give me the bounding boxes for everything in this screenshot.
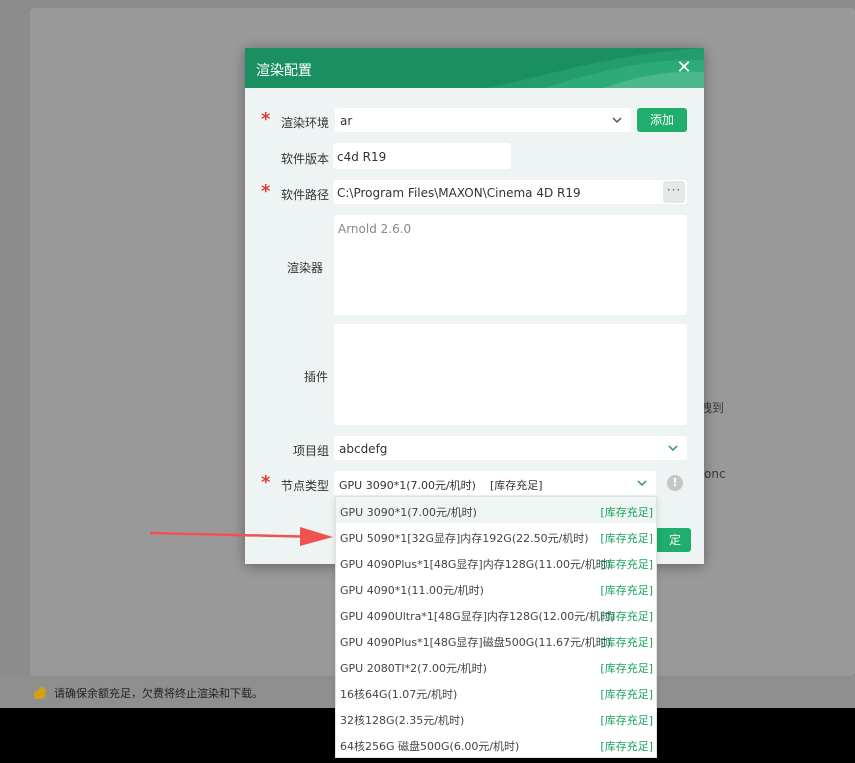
- node-type-option[interactable]: GPU 4090Plus*1[48G显存]内存128G(11.00元/机时) [库…: [336, 549, 656, 575]
- node-type-option[interactable]: GPU 4090*1(11.00元/机时) [库存充足]: [336, 575, 656, 601]
- node-type-select[interactable]: GPU 3090*1(7.00元/机时) [库存充足]: [334, 471, 656, 495]
- stock-status: [库存充足]: [600, 662, 653, 675]
- stock-status: [库存充足]: [600, 506, 653, 519]
- close-icon[interactable]: ✕: [676, 59, 692, 77]
- plugins-textarea[interactable]: [334, 324, 687, 425]
- stock-status: [库存充足]: [600, 688, 653, 701]
- info-icon[interactable]: !: [667, 475, 683, 491]
- stock-status: [库存充足]: [600, 584, 653, 597]
- node-type-option-name: GPU 5090*1[32G显存]内存192G(22.50元/机时): [340, 532, 589, 545]
- node-type-option-name: GPU 4090*1(11.00元/机时): [340, 584, 484, 597]
- chevron-down-icon: [637, 480, 647, 487]
- stock-status: [库存充足]: [600, 532, 653, 545]
- node-type-option[interactable]: GPU 4090Plus*1[48G显存]磁盘500G(11.67元/机时) [库…: [336, 627, 656, 653]
- stock-status: [库存充足]: [600, 714, 653, 727]
- stock-status: [库存充足]: [600, 558, 653, 571]
- node-type-option-name: GPU 4090Plus*1[48G显存]磁盘500G(11.67元/机时): [340, 636, 611, 649]
- node-type-option[interactable]: 64核256G 磁盘500G(6.00元/机时) [库存充足]: [336, 731, 656, 757]
- project-group-label: 项目组: [292, 444, 329, 458]
- stock-status: [库存充足]: [600, 740, 653, 753]
- render-env-select[interactable]: ar: [335, 108, 631, 132]
- render-config-dialog: 渲染配置 ✕ * 渲染环境 ar 添加 软件版本 c4d R19 * 软件路径 …: [245, 48, 704, 564]
- node-type-row: * 节点类型 GPU 3090*1(7.00元/机时) [库存充足] !: [245, 471, 704, 495]
- software-version-label: 软件版本: [280, 152, 329, 166]
- background-side-text: onc: [704, 467, 726, 481]
- node-type-option-name: GPU 4090Plus*1[48G显存]内存128G(11.00元/机时): [340, 558, 611, 571]
- node-type-option-name: 32核128G(2.35元/机时): [340, 714, 465, 727]
- software-version-row: 软件版本 c4d R19: [245, 143, 704, 169]
- header-decoration: [484, 48, 704, 88]
- browse-path-button[interactable]: ···: [663, 181, 685, 203]
- node-type-option[interactable]: 32核128G(2.35元/机时) [库存充足]: [336, 705, 656, 731]
- chevron-down-icon: [612, 117, 622, 124]
- dialog-header: 渲染配置 ✕: [245, 48, 704, 88]
- node-type-option[interactable]: GPU 5090*1[32G显存]内存192G(22.50元/机时) [库存充足]: [336, 523, 656, 549]
- node-type-option[interactable]: GPU 2080TI*2(7.00元/机时) [库存充足]: [336, 653, 656, 679]
- render-env-label: 渲染环境: [280, 116, 329, 130]
- dialog-title: 渲染配置: [256, 63, 312, 79]
- software-version-input[interactable]: c4d R19: [333, 143, 511, 169]
- add-render-env-button[interactable]: 添加: [637, 108, 687, 132]
- node-type-option-name: 16核64G(1.07元/机时): [340, 688, 458, 701]
- node-type-option-name: 64核256G 磁盘500G(6.00元/机时): [340, 740, 520, 753]
- software-path-input[interactable]: C:\Program Files\MAXON\Cinema 4D R19: [333, 180, 687, 204]
- renderer-row: 渲染器 Arnold 2.6.0: [245, 215, 704, 315]
- chevron-down-icon: [668, 445, 678, 452]
- render-env-row: * 渲染环境 ar 添加: [245, 108, 704, 134]
- node-type-option-name: GPU 2080TI*2(7.00元/机时): [340, 662, 487, 675]
- node-type-option[interactable]: GPU 3090*1(7.00元/机时) [库存充足]: [336, 497, 656, 523]
- renderer-textarea[interactable]: Arnold 2.6.0: [334, 215, 687, 315]
- plugins-row: 插件: [245, 324, 704, 425]
- node-type-option-name: GPU 4090Ultra*1[48G显存]内存128G(12.00元/机时): [340, 610, 616, 623]
- node-type-dropdown: GPU 3090*1(7.00元/机时) [库存充足] GPU 5090*1[32G…: [335, 496, 657, 758]
- project-group-select[interactable]: abcdefg: [334, 436, 687, 460]
- footer-notice: 请确保余额充足，欠费将终止渲染和下载。: [54, 687, 263, 700]
- stock-status: [库存充足]: [600, 636, 653, 649]
- duck-icon: [33, 687, 48, 699]
- plugins-label: 插件: [303, 370, 328, 384]
- node-type-label: 节点类型: [280, 479, 329, 493]
- node-type-option[interactable]: GPU 4090Ultra*1[48G显存]内存128G(12.00元/机时)[…: [336, 601, 656, 627]
- node-type-option[interactable]: 16核64G(1.07元/机时) [库存充足]: [336, 679, 656, 705]
- node-type-option-name: GPU 3090*1(7.00元/机时): [340, 506, 477, 519]
- renderer-label: 渲染器: [286, 261, 323, 275]
- software-path-row: * 软件路径 C:\Program Files\MAXON\Cinema 4D …: [245, 180, 704, 204]
- stock-status: [库存充足]: [600, 610, 653, 623]
- software-path-label: 软件路径: [280, 188, 329, 202]
- project-group-row: 项目组 abcdefg: [245, 436, 704, 460]
